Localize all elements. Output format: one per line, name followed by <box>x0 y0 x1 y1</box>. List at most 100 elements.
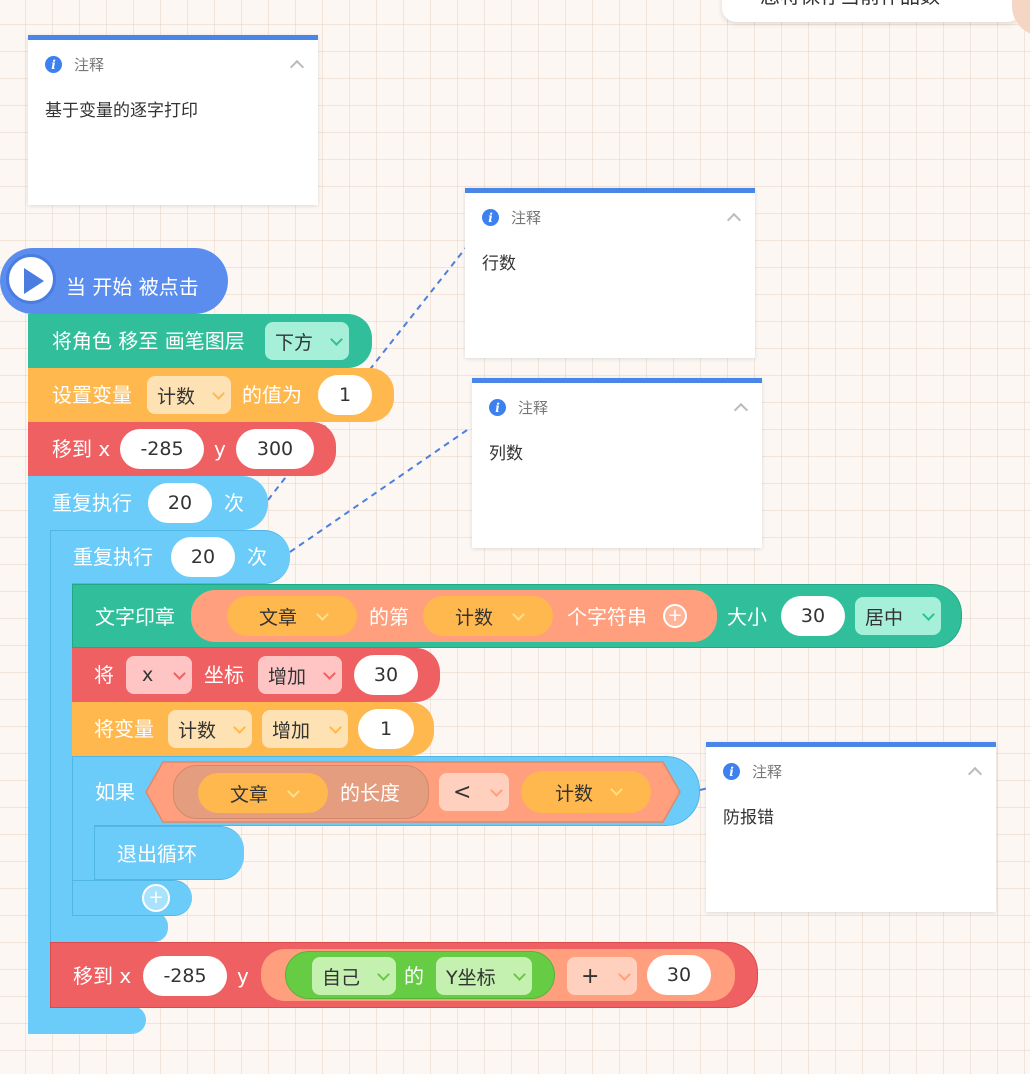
repeat-inner-block[interactable]: 重复执行 20 次 <box>50 530 290 584</box>
if-var2-dropdown[interactable]: 计数 <box>521 771 651 813</box>
comment-note-3[interactable]: i 注释 列数 <box>472 378 762 548</box>
note-title: 注释 <box>511 209 542 227</box>
note-title: 注释 <box>752 763 783 781</box>
change-coord-op-dropdown[interactable]: 增加 <box>258 656 342 694</box>
set-var-name: 计数 <box>157 385 196 408</box>
chevron-down-icon <box>330 333 343 346</box>
hat-block[interactable]: 当 开始 被点击 <box>0 248 228 314</box>
stamp-index-dropdown[interactable]: 计数 <box>423 596 553 636</box>
change-coord-value[interactable]: 30 <box>354 655 418 695</box>
stamp-size-input[interactable]: 30 <box>781 596 845 636</box>
note-body[interactable]: 防报错 <box>723 803 774 828</box>
chevron-down-icon <box>377 968 390 981</box>
set-var-value[interactable]: 1 <box>318 375 372 415</box>
move2-object-attr[interactable]: 自己 的 Y坐标 <box>285 951 555 999</box>
chevron-up-icon[interactable] <box>726 212 742 228</box>
if-length-expression[interactable]: 文章 的长度 <box>173 765 429 819</box>
break-block[interactable]: 退出循环 <box>94 826 244 880</box>
move-block-2[interactable]: 移到 x -285 y 自己 的 Y坐标 + 30 <box>50 942 758 1008</box>
move2-x-input[interactable]: -285 <box>143 956 227 996</box>
stamp-block[interactable]: 文字印章 文章 的第 计数 个字符串 + 大小 30 居中 <box>72 584 962 648</box>
add-icon[interactable]: + <box>663 604 687 628</box>
move2-op-dropdown[interactable]: + <box>567 957 637 995</box>
move2-op: + <box>581 963 600 989</box>
repeat-outer-label: 重复执行 <box>52 491 132 515</box>
chevron-down-icon <box>512 608 525 621</box>
if-var2-name: 计数 <box>555 782 594 805</box>
move2-object-dropdown[interactable]: 自己 <box>312 957 396 995</box>
comment-note-2[interactable]: i 注释 行数 <box>465 188 755 358</box>
comment-note-1[interactable]: i 注释 基于变量的逐字打印 <box>28 35 318 205</box>
stamp-var-dropdown[interactable]: 文章 <box>227 596 357 636</box>
chevron-down-icon <box>287 785 300 798</box>
move1-y-input[interactable]: 300 <box>236 429 314 469</box>
stamp-label: 文字印章 <box>95 605 175 629</box>
stamp-index-name: 计数 <box>455 606 494 629</box>
change-var-name: 计数 <box>178 719 217 742</box>
change-variable-block[interactable]: 将变量 计数 增加 1 <box>72 702 434 756</box>
chevron-down-icon <box>323 667 336 680</box>
repeat-outer-foot <box>28 1006 146 1034</box>
note-body[interactable]: 基于变量的逐字打印 <box>45 96 198 121</box>
repeat-inner-count[interactable]: 20 <box>171 537 235 577</box>
set-var-dropdown[interactable]: 计数 <box>147 376 231 414</box>
move2-y-label: y <box>237 964 249 988</box>
layer-block[interactable]: 将角色 移至 画笔图层 下方 <box>28 314 372 368</box>
stamp-expression[interactable]: 文章 的第 计数 个字符串 + <box>191 590 717 642</box>
layer-option: 下方 <box>275 331 314 354</box>
note-title: 注释 <box>518 399 549 417</box>
if-var-dropdown[interactable]: 文章 <box>198 773 328 813</box>
chevron-down-icon <box>233 721 246 734</box>
repeat-inner-foot <box>50 912 168 942</box>
info-icon: i <box>482 209 499 226</box>
set-variable-block[interactable]: 设置变量 计数 的值为 1 <box>28 368 394 422</box>
change-coord-label2: 坐标 <box>204 663 244 687</box>
chevron-down-icon <box>173 667 186 680</box>
chevron-down-icon <box>618 968 631 981</box>
if-label: 如果 <box>95 780 135 804</box>
repeat-inner-label: 重复执行 <box>73 545 153 569</box>
chevron-down-icon <box>212 387 225 400</box>
repeat-inner-arm <box>50 583 72 913</box>
change-var-value[interactable]: 1 <box>358 709 414 749</box>
change-coordinate-block[interactable]: 将 x 坐标 增加 30 <box>72 648 440 702</box>
note-title: 注释 <box>74 56 105 74</box>
change-var-dropdown[interactable]: 计数 <box>168 710 252 748</box>
change-coord-axis: x <box>142 664 154 686</box>
move1-x-input[interactable]: -285 <box>120 429 204 469</box>
repeat-outer-block[interactable]: 重复执行 20 次 <box>28 476 268 530</box>
hat-label: 当 开始 被点击 <box>66 275 199 299</box>
chevron-up-icon[interactable] <box>733 402 749 418</box>
if-foot <box>72 880 192 916</box>
move2-y-expression[interactable]: 自己 的 Y坐标 + 30 <box>261 949 735 1001</box>
chevron-up-icon[interactable] <box>289 59 305 75</box>
change-coord-axis-dropdown[interactable]: x <box>126 656 192 694</box>
stamp-align-dropdown[interactable]: 居中 <box>855 597 941 635</box>
note-header: i 注释 <box>482 207 541 228</box>
change-var-op-dropdown[interactable]: 增加 <box>262 710 348 748</box>
move2-attr-dropdown[interactable]: Y坐标 <box>436 957 532 995</box>
if-op-dropdown[interactable]: < <box>439 773 509 811</box>
move1-y-label: y <box>214 437 226 461</box>
set-var-label: 设置变量 <box>52 383 132 407</box>
change-var-op: 增加 <box>272 719 311 742</box>
note-body[interactable]: 行数 <box>482 249 516 274</box>
layer-label: 将角色 移至 画笔图层 <box>52 329 245 353</box>
stamp-size-label: 大小 <box>727 605 767 629</box>
repeat-outer-count[interactable]: 20 <box>148 483 212 523</box>
stamp-align-option: 居中 <box>865 606 904 629</box>
chevron-down-icon <box>329 721 342 734</box>
note-body[interactable]: 列数 <box>489 439 523 464</box>
comment-note-4[interactable]: i 注释 防报错 <box>706 742 996 912</box>
chevron-up-icon[interactable] <box>967 766 983 782</box>
repeat-outer-suffix: 次 <box>224 491 244 515</box>
layer-dropdown[interactable]: 下方 <box>265 322 349 360</box>
stamp-chars-label: 个字符串 <box>567 605 647 629</box>
if-op: < <box>453 779 472 805</box>
stamp-of-label: 的第 <box>369 605 409 629</box>
if-block[interactable]: 如果 文章 的长度 < 计数 <box>72 756 700 826</box>
move2-value[interactable]: 30 <box>647 955 711 995</box>
if-add-button[interactable]: + <box>142 884 170 912</box>
move-block-1[interactable]: 移到 x -285 y 300 <box>28 422 336 476</box>
break-label: 退出循环 <box>117 842 197 866</box>
